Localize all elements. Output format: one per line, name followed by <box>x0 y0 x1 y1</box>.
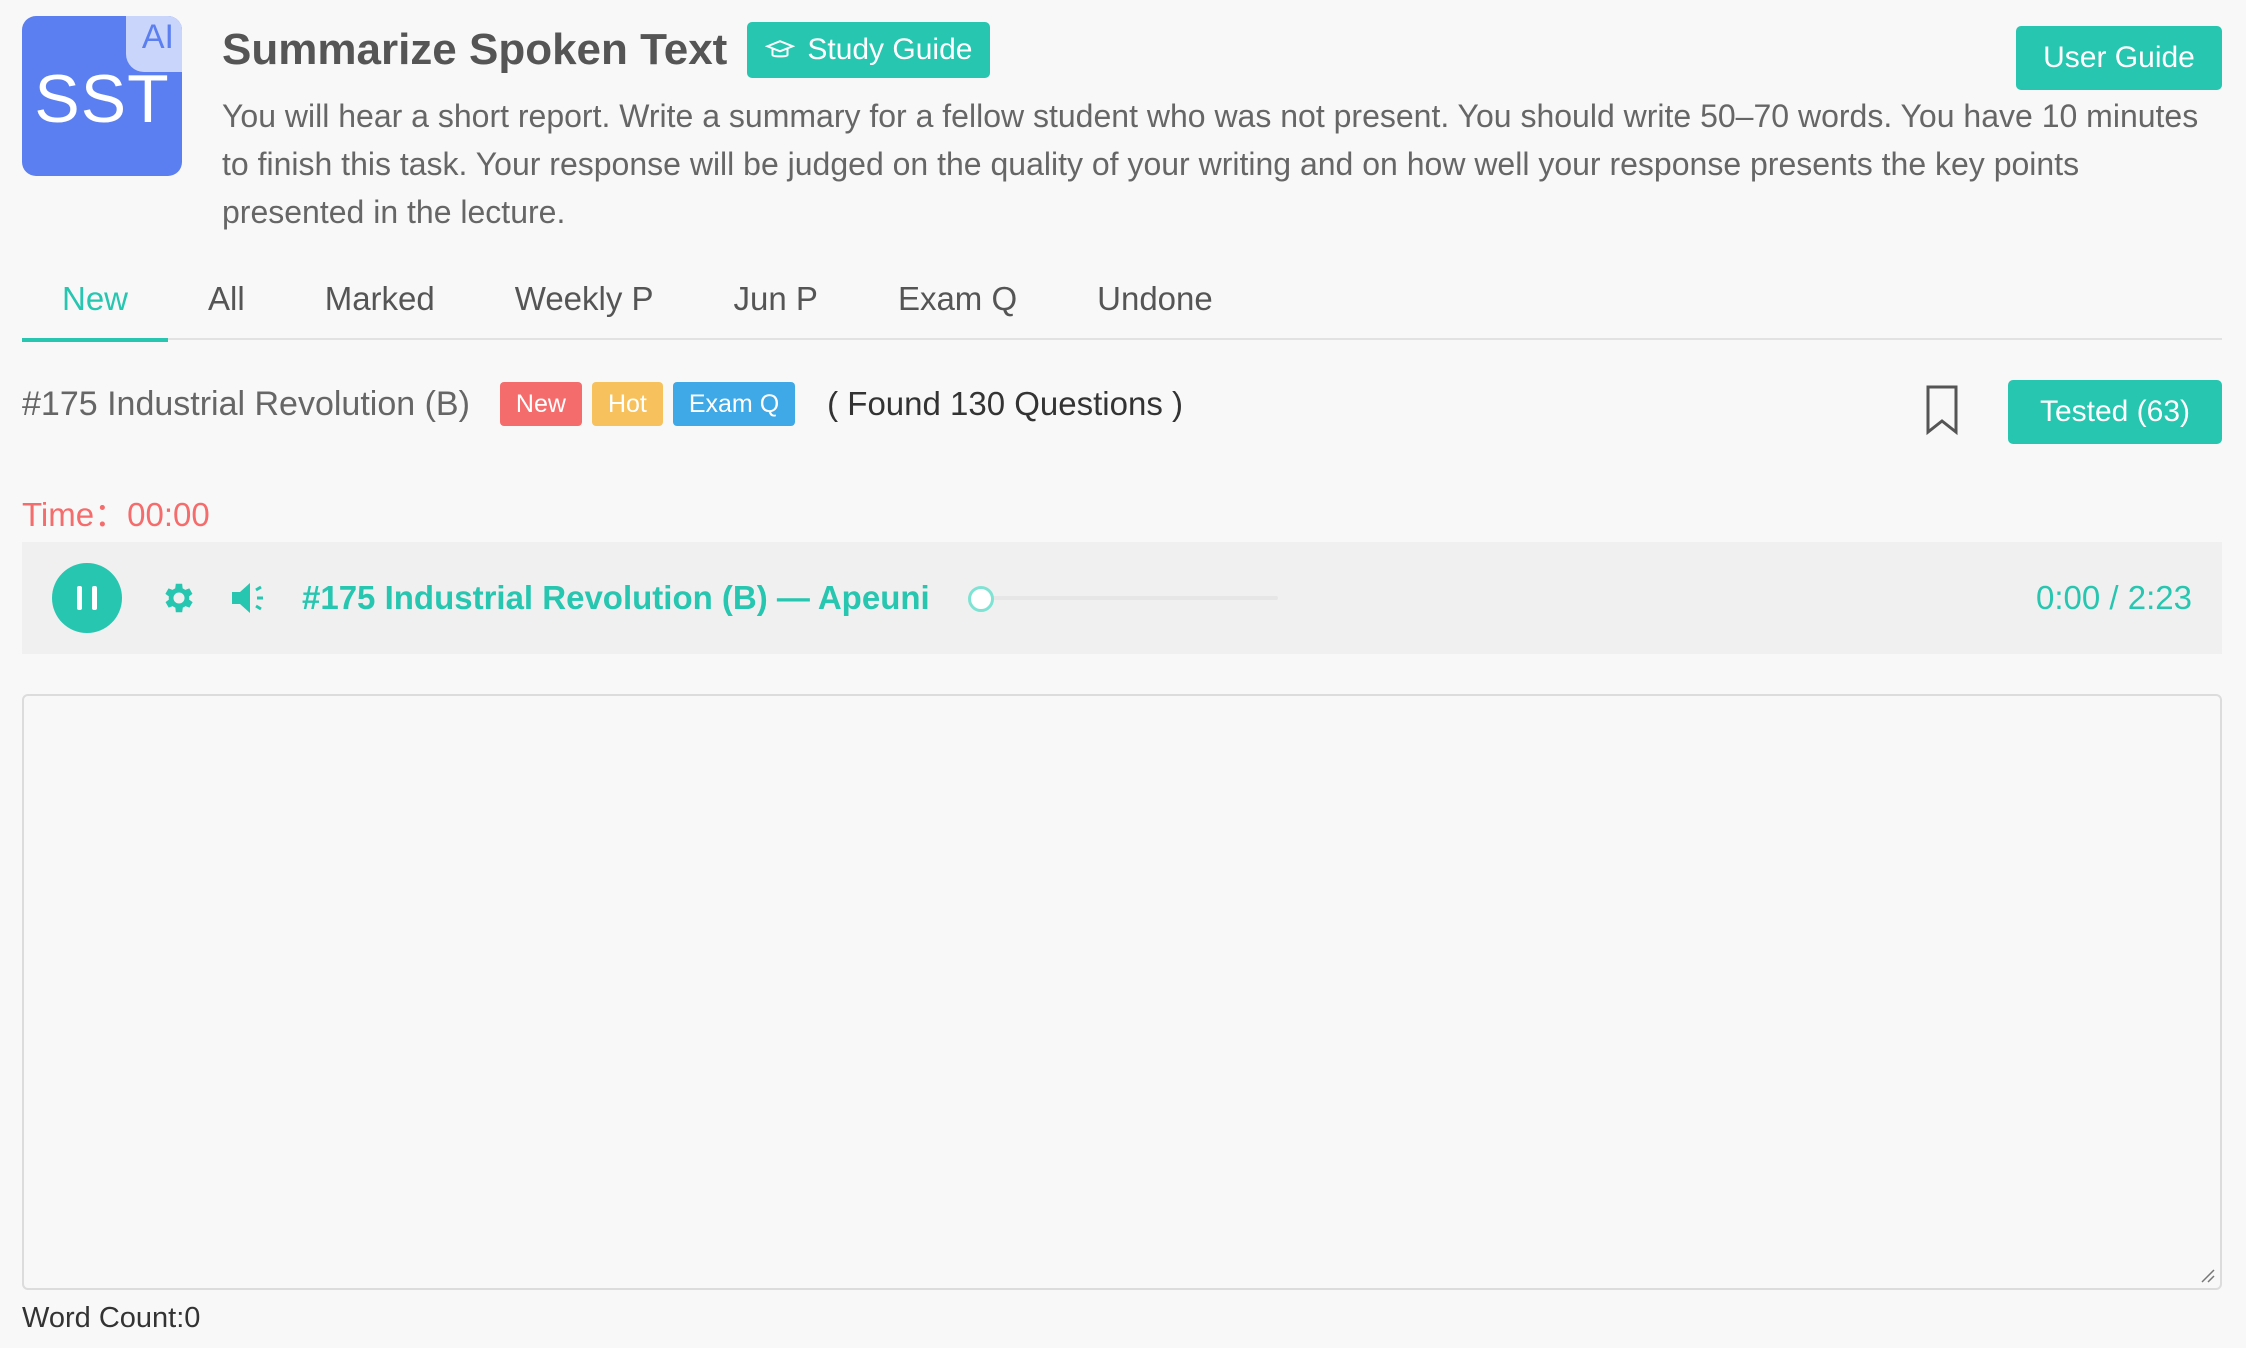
tab-exam-q[interactable]: Exam Q <box>858 258 1057 340</box>
bookmark-icon[interactable] <box>1924 384 1960 436</box>
exam-q-badge: Exam Q <box>672 382 796 426</box>
user-guide-button[interactable]: User Guide <box>2016 26 2222 90</box>
progress-slider[interactable] <box>967 583 1278 613</box>
hot-badge: Hot <box>591 382 663 426</box>
tab-marked[interactable]: Marked <box>285 258 475 340</box>
study-guide-label: Study Guide <box>807 33 973 66</box>
page-title: Summarize Spoken Text <box>222 25 728 74</box>
tab-weekly-p[interactable]: Weekly P <box>475 258 694 340</box>
title-row: Summarize Spoken Text Study Guide <box>222 22 991 78</box>
speaker-icon[interactable] <box>230 580 270 616</box>
pause-icon-bar-left <box>77 586 82 610</box>
word-count: Word Count:0 <box>22 1302 201 1334</box>
question-title: #175 Industrial Revolution (B) <box>22 384 470 423</box>
pause-icon-bar-right <box>92 586 97 610</box>
tab-undone[interactable]: Undone <box>1057 258 1253 340</box>
timer-label: Time： <box>22 496 128 533</box>
tab-jun-p[interactable]: Jun P <box>694 258 858 340</box>
tested-button[interactable]: Tested (63) <box>2008 380 2222 444</box>
resize-grip-icon[interactable] <box>2198 1266 2216 1284</box>
progress-track <box>967 596 1278 600</box>
tab-new[interactable]: New <box>22 258 169 342</box>
audio-player: #175 Industrial Revolution (B) — Apeuni … <box>22 542 2222 654</box>
time-readout: 0:00 / 2:23 <box>2036 579 2192 616</box>
graduation-cap-icon <box>765 40 796 58</box>
page: AI SST Summarize Spoken Text Study Guide… <box>0 0 2246 1348</box>
new-badge: New <box>499 382 582 426</box>
sst-logo: AI SST <box>22 16 182 176</box>
timer: Time：00:00 <box>22 488 210 536</box>
task-instructions: You will hear a short report. Write a su… <box>222 98 2199 230</box>
found-count: ( Found 130 Questions ) <box>827 385 1184 422</box>
progress-knob[interactable] <box>967 586 994 612</box>
track-title: #175 Industrial Revolution (B) — Apeuni <box>302 579 930 616</box>
tab-all[interactable]: All <box>168 258 285 340</box>
timer-value: 00:00 <box>127 496 210 533</box>
study-guide-button[interactable]: Study Guide <box>747 22 991 78</box>
answer-textarea[interactable] <box>22 694 2222 1290</box>
filter-tabs: New All Marked Weekly P Jun P Exam Q Und… <box>22 258 2222 342</box>
pause-button[interactable] <box>52 563 122 633</box>
question-header: #175 Industrial Revolution (B) New Hot E… <box>22 382 1183 426</box>
logo-ai-badge: AI <box>141 18 174 56</box>
gear-icon[interactable] <box>160 579 198 617</box>
logo-text: SST <box>34 61 170 137</box>
